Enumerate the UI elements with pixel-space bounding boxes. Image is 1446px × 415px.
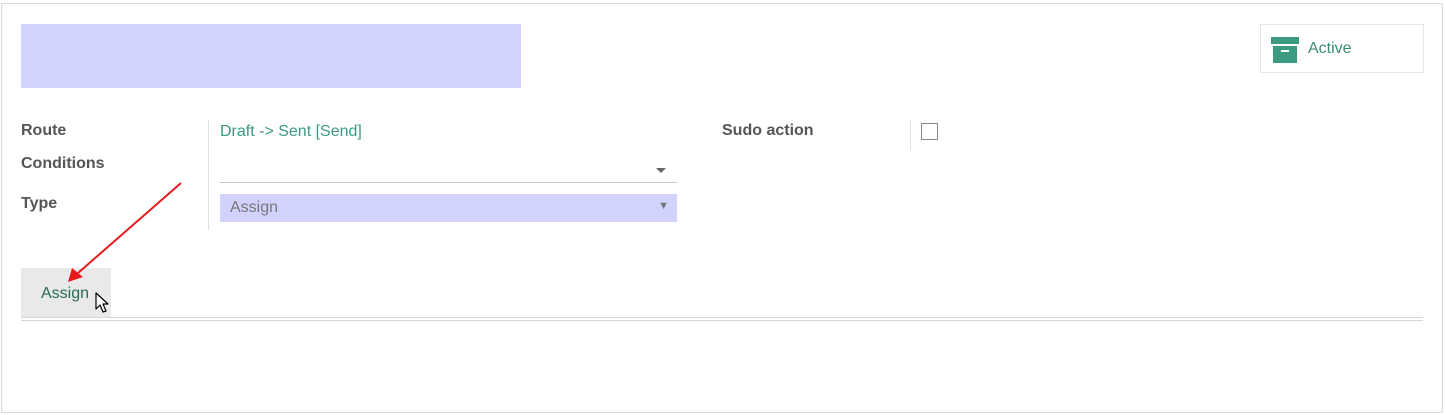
mouse-pointer-icon [95,292,109,313]
annotation-arrow [68,182,182,282]
